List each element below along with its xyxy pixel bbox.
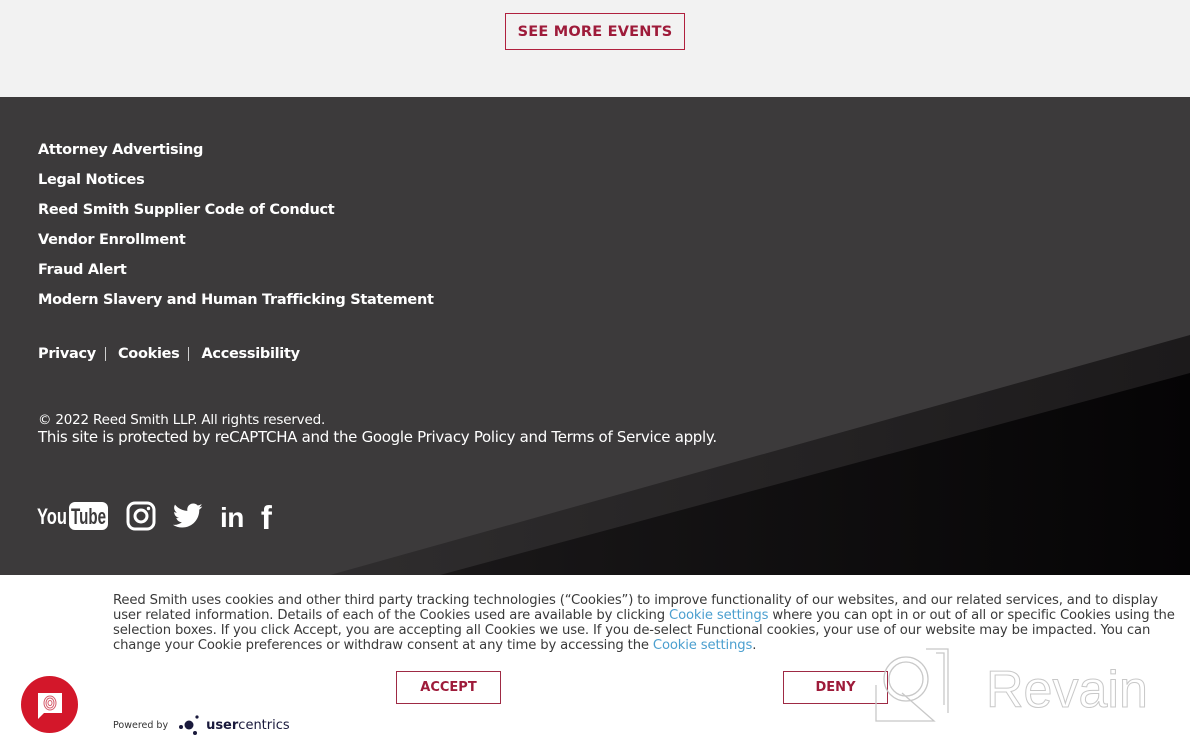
recaptcha-notice: This site is protected by reCAPTCHA and … [38,428,717,446]
privacy-link[interactable]: Privacy [38,346,96,362]
footer-link-fraud-alert[interactable]: Fraud Alert [38,262,127,278]
divider [188,347,190,361]
privacy-settings-button[interactable] [21,676,78,733]
twitter-link[interactable] [172,503,203,533]
divider [104,347,106,361]
usercentrics-logo-icon [179,715,199,735]
facebook-icon: f [260,499,272,536]
cookie-consent-banner: Reed Smith uses cookies and other third … [0,575,1190,753]
linkedin-link[interactable]: in [220,503,244,533]
powered-by-label: Powered by [113,719,169,731]
footer-link-attorney-advertising[interactable]: Attorney Advertising [38,142,203,158]
brand-rest: centrics [238,717,290,733]
footer-legal-links: Attorney Advertising Legal Notices Reed … [38,139,434,319]
cookie-settings-link[interactable]: Cookie settings [653,638,752,653]
fingerprint-chat-icon [37,692,62,719]
youtube-tube-text: Tube [71,504,106,529]
youtube-you-text: You [37,504,67,529]
powered-by-usercentrics: Powered by usercentrics [113,714,290,736]
see-more-events-button[interactable]: SEE MORE EVENTS [505,13,685,50]
footer-link-modern-slavery[interactable]: Modern Slavery and Human Trafficking Sta… [38,292,434,308]
youtube-link[interactable]: You Tube [37,501,109,535]
policy-links: Privacy Cookies Accessibility [38,346,300,362]
events-section: SEE MORE EVENTS [0,0,1190,97]
facebook-link[interactable]: f [260,499,272,536]
deny-cookies-button[interactable]: DENY [783,671,888,704]
youtube-icon: You Tube [37,502,108,530]
accessibility-link[interactable]: Accessibility [201,346,300,362]
footer-link-supplier-code[interactable]: Reed Smith Supplier Code of Conduct [38,202,335,218]
linkedin-icon: in [220,502,244,533]
usercentrics-brand: usercentrics [206,718,290,733]
instagram-icon [126,501,156,531]
accept-cookies-button[interactable]: ACCEPT [396,671,501,704]
cookies-link[interactable]: Cookies [118,346,180,362]
instagram-link[interactable] [126,501,156,535]
cookie-settings-link[interactable]: Cookie settings [669,608,768,623]
brand-bold: user [206,717,239,733]
copyright-text: © 2022 Reed Smith LLP. All rights reserv… [38,412,326,428]
footer-link-vendor-enrollment[interactable]: Vendor Enrollment [38,232,186,248]
cookie-consent-message: Reed Smith uses cookies and other third … [113,593,1178,653]
twitter-icon [172,503,203,528]
social-links: You Tube in f [37,501,289,535]
cookie-text-part: . [752,638,757,653]
footer-link-legal-notices[interactable]: Legal Notices [38,172,145,188]
site-footer: Attorney Advertising Legal Notices Reed … [0,97,1190,575]
